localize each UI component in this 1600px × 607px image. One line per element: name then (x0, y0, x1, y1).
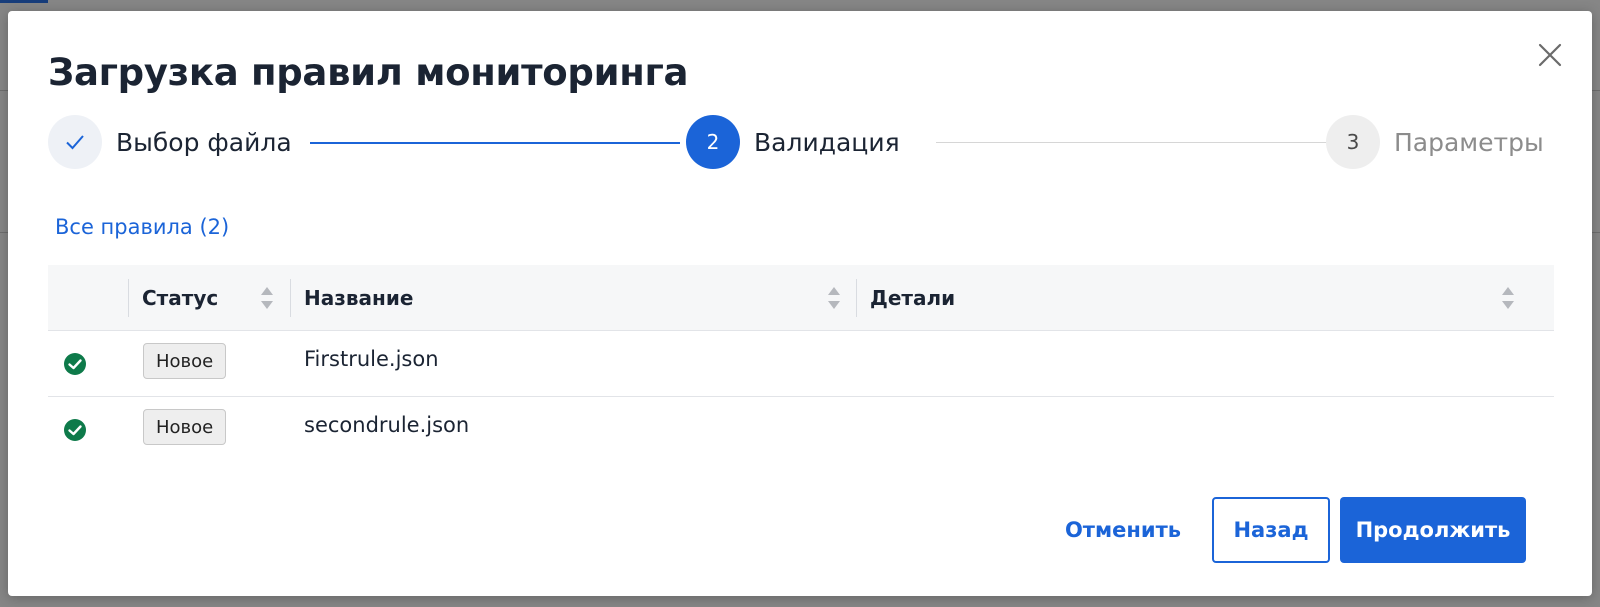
step-connector-done (310, 142, 680, 144)
sort-icon[interactable] (259, 285, 275, 311)
step-file-selection: Выбор файла (48, 115, 292, 169)
column-separator (128, 279, 129, 317)
column-header-name[interactable]: Название (304, 265, 413, 331)
cancel-button[interactable]: Отменить (1060, 497, 1186, 563)
column-separator (290, 279, 291, 317)
step-parameters: 3 Параметры (1326, 115, 1544, 169)
success-check-icon (63, 352, 87, 376)
status-badge: Новое (143, 409, 227, 445)
column-header-label: Статус (142, 286, 219, 310)
step-number: 2 (686, 115, 740, 169)
status-badge: Новое (143, 343, 227, 379)
step-label: Параметры (1394, 127, 1544, 157)
dialog-title: Загрузка правил мониторинга (48, 51, 689, 94)
column-header-label: Название (304, 286, 414, 310)
close-icon[interactable] (1536, 41, 1564, 69)
rule-name: secondrule.json (304, 413, 470, 437)
success-check-icon (63, 418, 87, 442)
rule-name: Firstrule.json (304, 347, 439, 371)
column-header-details[interactable]: Детали (870, 265, 955, 331)
back-button[interactable]: Назад (1212, 497, 1330, 563)
sort-icon[interactable] (826, 285, 842, 311)
stepper: Выбор файла 2 Валидация 3 Параметры (48, 115, 1564, 169)
table-row[interactable]: Новое Firstrule.json (48, 331, 1554, 397)
column-header-status[interactable]: Статус (142, 265, 218, 331)
table-row[interactable]: Новое secondrule.json (48, 397, 1554, 463)
table-header: Статус Название Детали (48, 265, 1554, 331)
step-number: 3 (1326, 115, 1380, 169)
upload-rules-dialog: Загрузка правил мониторинга Выбор файла … (8, 11, 1592, 596)
column-header-label: Детали (870, 286, 956, 310)
sort-icon[interactable] (1500, 285, 1516, 311)
column-separator (856, 279, 857, 317)
continue-button[interactable]: Продолжить (1340, 497, 1526, 563)
step-label: Валидация (754, 127, 900, 157)
rules-table: Статус Название Детали Новое Firstrule.j… (48, 265, 1554, 463)
step-label: Выбор файла (116, 127, 292, 157)
all-rules-filter-link[interactable]: Все правила (2) (55, 215, 229, 239)
step-validation: 2 Валидация (686, 115, 900, 169)
step-connector-pending (936, 142, 1334, 143)
check-icon (48, 115, 102, 169)
